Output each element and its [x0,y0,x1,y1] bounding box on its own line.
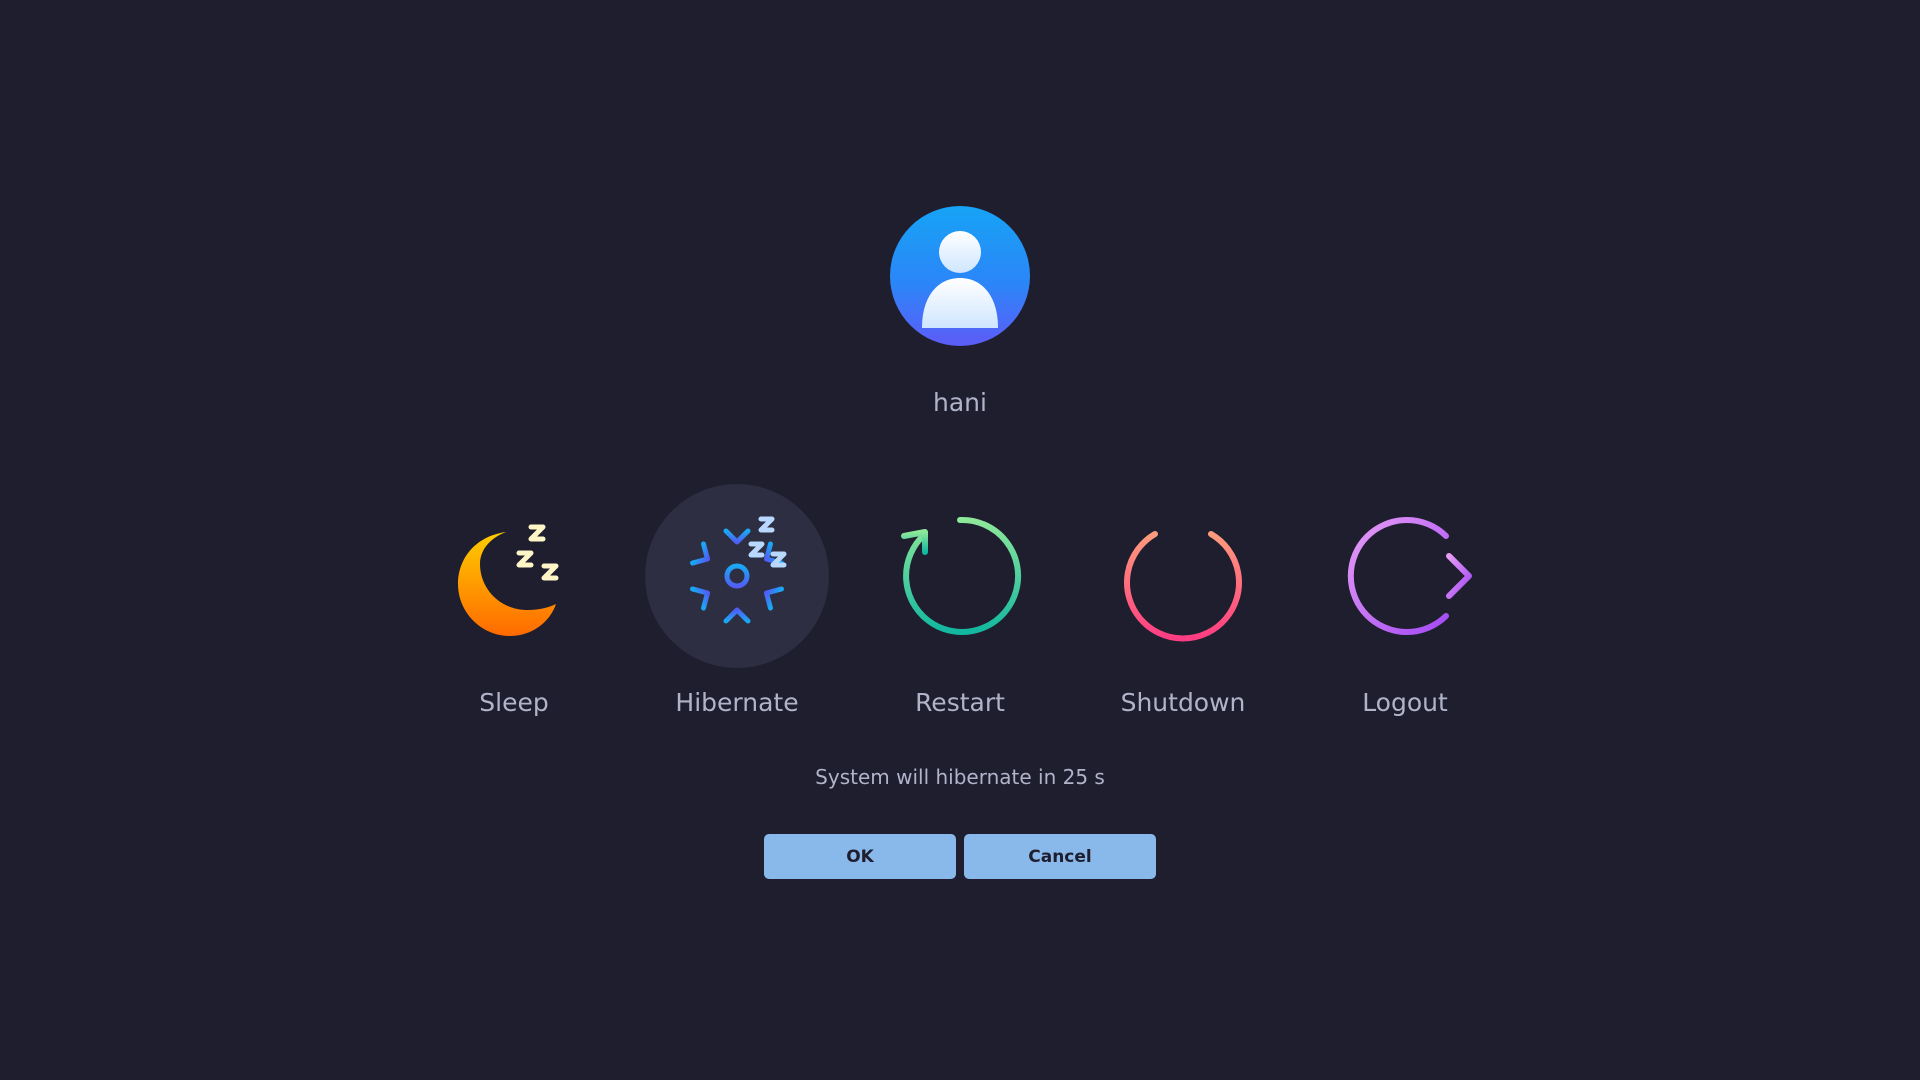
ok-button[interactable]: OK [764,834,956,879]
restart-icon [901,516,1022,635]
hibernate-button[interactable]: Hibernate [645,484,829,728]
hibernate-label: Hibernate [675,688,799,717]
logout-screen: hani Sleep Hibernate Restart Shutdown Lo… [0,0,1920,1080]
hibernate-button-bubble [645,484,829,668]
user-avatar [890,206,1030,346]
logout-button-bubble [1313,484,1497,668]
username: hani [933,388,987,417]
user-avatar-icon [922,231,998,328]
shutdown-button[interactable]: Shutdown [1091,484,1275,728]
sleep-button-bubble [422,484,606,668]
shutdown-label: Shutdown [1120,688,1246,717]
status-message: System will hibernate in 25 s [815,765,1105,789]
restart-button-bubble [868,484,1052,668]
logout-icon [1347,517,1472,635]
logout-label: Logout [1362,688,1448,717]
logout-button[interactable]: Logout [1313,484,1497,728]
sleep-button[interactable]: Sleep [422,484,606,728]
cancel-button[interactable]: Cancel [964,834,1156,879]
power-icon [1124,517,1242,642]
sleep-label: Sleep [479,688,549,717]
restart-button[interactable]: Restart [868,484,1052,728]
shutdown-button-bubble [1091,484,1275,668]
restart-label: Restart [915,688,1005,717]
moon-icon [458,524,559,636]
snowflake-icon [686,516,788,635]
